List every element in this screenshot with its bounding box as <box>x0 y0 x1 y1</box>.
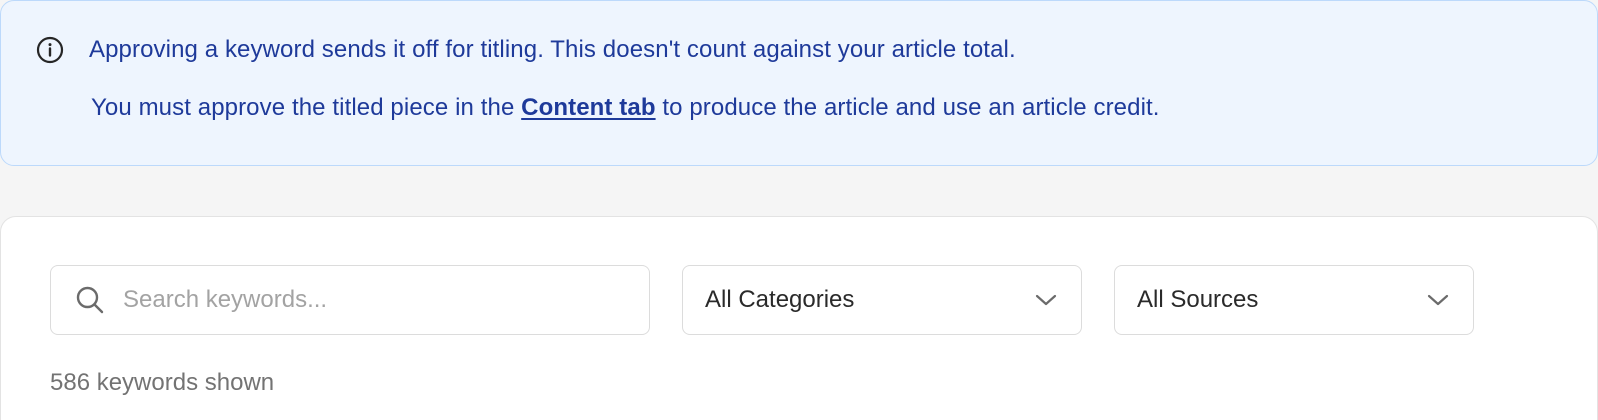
source-select-value: All Sources <box>1137 286 1259 313</box>
chevron-down-icon <box>1427 293 1449 307</box>
notice-line-2-before: You must approve the titled piece in the <box>91 94 522 121</box>
category-select-value: All Categories <box>705 286 855 313</box>
notice-line-1-text: Approving a keyword sends it off for tit… <box>89 36 1016 63</box>
notice-line-1: Approving a keyword sends it off for tit… <box>35 31 1563 69</box>
notice-line-2-after: to produce the article and use an articl… <box>655 94 1160 121</box>
search-input[interactable] <box>123 286 623 314</box>
keywords-panel: All Categories All Sources 586 keywords … <box>0 216 1598 420</box>
notice-line-2: You must approve the titled piece in the… <box>91 89 1563 127</box>
info-notice-banner: Approving a keyword sends it off for tit… <box>0 0 1598 166</box>
info-icon <box>35 35 65 65</box>
search-box[interactable] <box>50 265 650 335</box>
keywords-page: Approving a keyword sends it off for tit… <box>0 0 1598 420</box>
source-select[interactable]: All Sources <box>1114 265 1474 335</box>
search-icon <box>75 285 105 315</box>
content-tab-link[interactable]: Content tab <box>521 94 655 122</box>
category-select[interactable]: All Categories <box>682 265 1082 335</box>
keyword-count-text: 586 keywords shown <box>50 369 275 396</box>
chevron-down-icon <box>1035 293 1057 307</box>
